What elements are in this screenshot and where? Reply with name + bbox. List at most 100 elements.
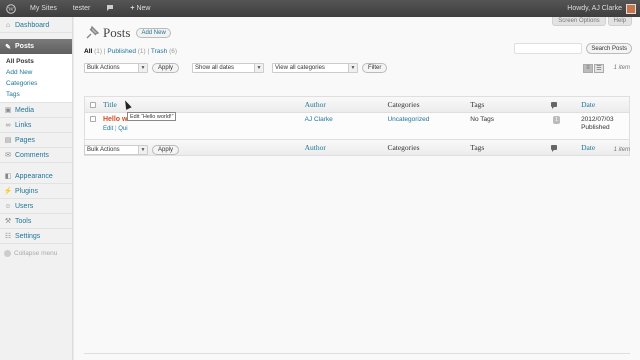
menu-links[interactable]: ∞ Links	[0, 118, 72, 133]
avatar	[626, 3, 636, 14]
filter-published-count: (1)	[137, 48, 146, 55]
filter-trash-count: (6)	[169, 48, 178, 55]
page-title: Posts	[103, 25, 131, 40]
menu-posts[interactable]: ✎ Posts	[0, 39, 72, 54]
filter-all[interactable]: All	[84, 48, 92, 55]
quick-edit-link[interactable]: Qui	[118, 126, 127, 132]
link-icon: ∞	[5, 121, 11, 129]
menu-media-label: Media	[15, 106, 35, 114]
my-sites-menu[interactable]: My Sites	[22, 0, 65, 17]
bulk-actions-select-bottom[interactable]: Bulk Actions ▼	[84, 145, 148, 155]
edit-link[interactable]: Edit	[103, 126, 113, 132]
menu-tools-label: Tools	[15, 217, 32, 225]
admin-bar: W My Sites tester + New Howdy, AJ Clarke	[0, 0, 640, 17]
posts-submenu: All Posts Add New Categories Tags	[0, 54, 72, 103]
tools-icon: ⚒	[4, 218, 12, 225]
filter-button[interactable]: Filter	[362, 63, 388, 73]
menu-plugins-label: Plugins	[15, 187, 38, 195]
column-categories: Categories	[387, 100, 420, 109]
users-icon: ☺	[4, 202, 12, 210]
category-filter-select[interactable]: View all categories ▼	[272, 63, 359, 73]
chevron-down-icon: ▼	[138, 64, 147, 72]
menu-dashboard[interactable]: ⌂ Dashboard	[0, 18, 72, 33]
view-switch: ≡ ☰	[583, 63, 604, 73]
apply-button-top[interactable]: Apply	[152, 63, 180, 73]
main-content: Screen Options Help Posts Add New All (1…	[74, 17, 640, 360]
menu-appearance[interactable]: ◧ Appearance	[0, 169, 72, 184]
menu-dashboard-label: Dashboard	[15, 21, 50, 29]
bulk-actions-select-top[interactable]: Bulk Actions ▼	[84, 63, 148, 73]
menu-comments[interactable]: ✉ Comments	[0, 148, 72, 163]
screen-options-tab[interactable]: Screen Options	[552, 17, 606, 26]
howdy-label: Howdy, AJ Clarke	[567, 5, 622, 12]
menu-posts-label: Posts	[15, 43, 35, 50]
comments-icon: ✉	[5, 152, 11, 159]
submenu-add-new[interactable]: Add New	[0, 67, 72, 78]
bulk-actions-value: Bulk Actions	[87, 65, 120, 71]
date-filter-select[interactable]: Show all dates ▼	[192, 63, 265, 73]
search-box: Search Posts	[514, 43, 632, 54]
post-category-link[interactable]: Uncategorized	[387, 116, 470, 123]
post-tags: No Tags	[470, 116, 495, 123]
column-date[interactable]: Date	[581, 100, 629, 109]
help-tab[interactable]: Help	[607, 17, 632, 26]
filter-trash[interactable]: Trash	[151, 48, 167, 55]
pages-icon: ▤	[4, 137, 12, 144]
collapse-arrow-icon	[4, 249, 11, 257]
my-sites-label: My Sites	[30, 5, 57, 12]
svg-text:W: W	[8, 7, 14, 13]
list-view-icon[interactable]: ≡	[583, 63, 593, 73]
tablenav-top: Bulk Actions ▼ Apply Show all dates ▼ Vi…	[84, 62, 630, 74]
bulk-actions-value-bottom: Bulk Actions	[87, 147, 120, 153]
column-author[interactable]: Author	[305, 100, 388, 109]
menu-pages[interactable]: ▤ Pages	[0, 133, 72, 148]
row-actions: Edit | Qui	[102, 126, 128, 132]
chevron-down-icon: ▼	[254, 64, 264, 72]
menu-settings[interactable]: ☷ Settings	[0, 229, 72, 244]
excerpt-view-icon[interactable]: ☰	[594, 63, 604, 73]
media-icon: ▣	[4, 107, 12, 114]
column-tags: Tags	[470, 100, 485, 109]
table-header: Title Author Categories Tags Date	[85, 97, 629, 113]
date-filter-value: Show all dates	[195, 65, 235, 71]
select-all-checkbox[interactable]	[89, 101, 96, 108]
comments-menu[interactable]	[98, 0, 122, 17]
column-title[interactable]: Title	[101, 100, 305, 109]
apply-button-bottom[interactable]: Apply	[152, 145, 180, 155]
submenu-all-posts[interactable]: All Posts	[0, 56, 72, 67]
search-input[interactable]	[514, 43, 583, 54]
row-checkbox[interactable]	[89, 116, 96, 122]
screen-meta-links: Screen Options Help	[552, 17, 632, 26]
site-name-menu[interactable]: tester	[65, 0, 99, 17]
title-tooltip: Edit “Hello world!”	[127, 112, 177, 121]
post-author-link[interactable]: AJ Clarke	[305, 116, 388, 123]
pushpin-icon: ✎	[5, 43, 11, 51]
menu-plugins[interactable]: ⚡ Plugins	[0, 184, 72, 199]
admin-sidebar: ⌂ Dashboard ✎ Posts All Posts Add New Ca…	[0, 17, 73, 360]
wordpress-logo-icon[interactable]: W	[0, 0, 22, 17]
filter-all-count: (1)	[94, 48, 103, 55]
collapse-label: Collapse menu	[14, 249, 58, 257]
comments-column-icon[interactable]	[551, 102, 558, 109]
new-content-menu[interactable]: + New	[122, 0, 158, 17]
menu-pages-label: Pages	[15, 136, 35, 144]
menu-users[interactable]: ☺ Users	[0, 199, 72, 214]
submenu-categories[interactable]: Categories	[0, 78, 72, 89]
search-posts-button[interactable]: Search Posts	[586, 43, 632, 54]
menu-settings-label: Settings	[15, 232, 41, 240]
menu-tools[interactable]: ⚒ Tools	[0, 214, 72, 229]
menu-comments-label: Comments	[15, 151, 49, 159]
site-name-label: tester	[72, 5, 91, 12]
appearance-icon: ◧	[4, 173, 12, 180]
my-account-menu[interactable]: Howdy, AJ Clarke	[559, 0, 640, 17]
chevron-down-icon: ▼	[138, 146, 147, 154]
add-new-button[interactable]: Add New	[136, 28, 171, 38]
menu-media[interactable]: ▣ Media	[0, 103, 72, 118]
status-filters: All (1) | Published (1) | Trash (6)	[84, 48, 178, 55]
plugin-icon: ⚡	[3, 188, 13, 195]
menu-links-label: Links	[15, 121, 32, 129]
filter-published[interactable]: Published	[107, 48, 136, 55]
comment-count-bubble[interactable]: 1	[553, 116, 561, 124]
submenu-tags[interactable]: Tags	[0, 89, 72, 100]
collapse-menu[interactable]: Collapse menu	[0, 246, 72, 260]
